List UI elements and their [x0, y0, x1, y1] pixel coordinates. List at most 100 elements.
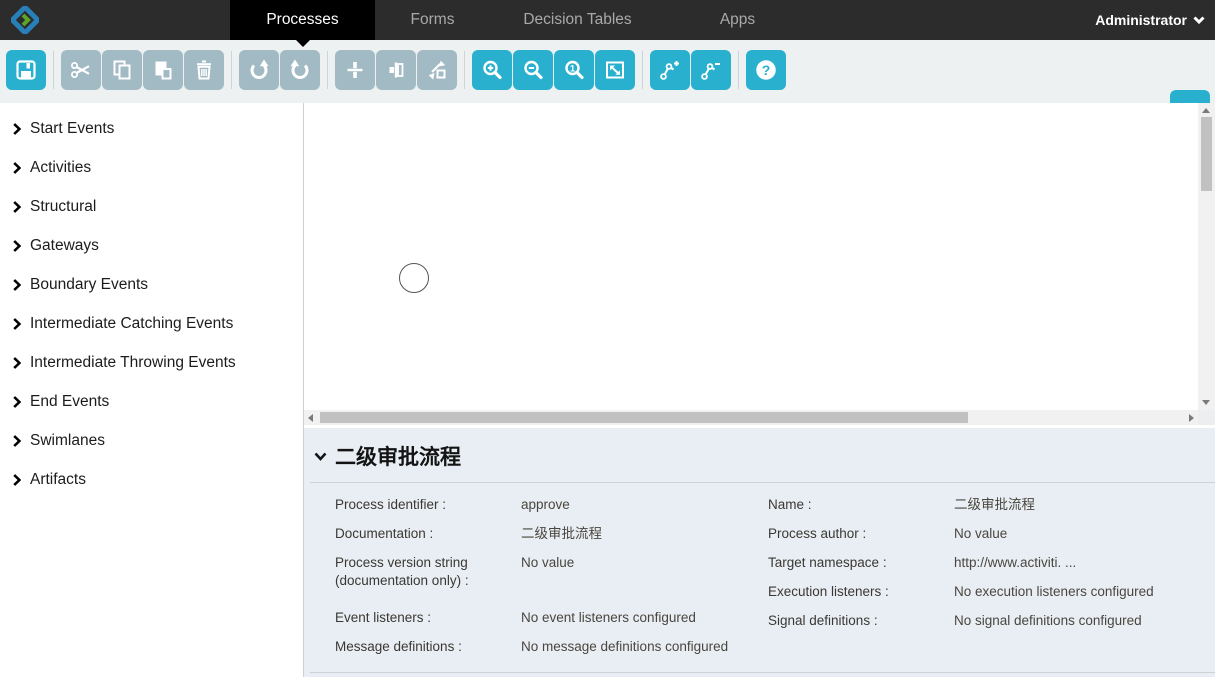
property-row: Target namespace : http://www.activiti. …: [768, 554, 1201, 572]
property-row: Event listeners : No event listeners con…: [335, 609, 768, 627]
chevron-right-icon: [13, 279, 21, 291]
property-value[interactable]: 二级审批流程: [521, 525, 768, 543]
property-value[interactable]: No message definitions configured: [521, 638, 768, 656]
property-value[interactable]: http://www.activiti. ...: [954, 554, 1201, 572]
activiti-logo: [11, 6, 39, 34]
toolbar-separator: [642, 51, 643, 89]
floppy-icon: [14, 58, 38, 82]
undo-icon: [288, 58, 312, 82]
palette-section-intermediate-throwing-events[interactable]: Intermediate Throwing Events: [0, 343, 303, 382]
copy-icon: [110, 58, 134, 82]
palette-section-artifacts[interactable]: Artifacts: [0, 460, 303, 499]
property-value[interactable]: approve: [521, 496, 768, 514]
scroll-up-arrow[interactable]: [1202, 108, 1210, 113]
redo-icon: [247, 58, 271, 82]
chevron-right-icon: [13, 123, 21, 135]
same-size-icon: [425, 58, 449, 82]
palette-section-label: End Events: [30, 393, 109, 411]
user-menu[interactable]: Administrator: [1095, 0, 1205, 40]
zoom-out-button[interactable]: [513, 50, 553, 90]
vertical-scrollbar[interactable]: [1198, 103, 1215, 410]
shape-palette: Start Events Activities Structural Gatew…: [0, 103, 304, 677]
zoom-fit-icon: [603, 58, 627, 82]
app-header: Processes Forms Decision Tables Apps Adm…: [0, 0, 1215, 40]
properties-grid: Process identifier : approve Documentati…: [304, 483, 1215, 667]
start-event-shape[interactable]: [399, 263, 429, 293]
divider: [310, 672, 1215, 673]
property-label: Documentation :: [335, 525, 521, 543]
palette-section-swimlanes[interactable]: Swimlanes: [0, 421, 303, 460]
property-value[interactable]: No value: [954, 525, 1201, 543]
align-horizontal-button[interactable]: [376, 50, 416, 90]
zoom-in-button[interactable]: [472, 50, 512, 90]
palette-section-label: Intermediate Catching Events: [30, 315, 233, 333]
delete-button[interactable]: [184, 50, 224, 90]
paste-button[interactable]: [143, 50, 183, 90]
chevron-right-icon: [13, 318, 21, 330]
property-value[interactable]: No execution listeners configured: [954, 583, 1201, 601]
help-icon: ?: [753, 57, 779, 83]
tab-forms[interactable]: Forms: [375, 0, 490, 40]
properties-right-column: Name : 二级审批流程 Process author : No value …: [768, 496, 1201, 667]
properties-panel: 二级审批流程 Process identifier : approve Docu…: [304, 428, 1215, 677]
vertical-scroll-thumb[interactable]: [1201, 117, 1212, 191]
properties-left-column: Process identifier : approve Documentati…: [335, 496, 768, 667]
undo-button[interactable]: [280, 50, 320, 90]
align-vertical-button[interactable]: [335, 50, 375, 90]
svg-text:1: 1: [570, 63, 576, 74]
property-label: Name :: [768, 496, 954, 514]
property-value[interactable]: No value: [521, 554, 768, 590]
zoom-fit-button[interactable]: [595, 50, 635, 90]
toolbar-separator: [231, 51, 232, 89]
zoom-in-icon: [480, 58, 504, 82]
scissors-icon: [69, 58, 93, 82]
property-value[interactable]: No event listeners configured: [521, 609, 768, 627]
palette-section-label: Structural: [30, 198, 96, 216]
property-label: Process version string (documentation on…: [335, 554, 521, 590]
palette-section-end-events[interactable]: End Events: [0, 382, 303, 421]
scroll-left-arrow[interactable]: [308, 414, 313, 422]
property-row: Signal definitions : No signal definitio…: [768, 612, 1201, 630]
properties-panel-header[interactable]: 二级审批流程: [304, 428, 1215, 482]
tab-apps[interactable]: Apps: [665, 0, 810, 40]
help-button[interactable]: ?: [746, 50, 786, 90]
diagram-canvas[interactable]: [304, 103, 1215, 410]
property-label: Process identifier :: [335, 496, 521, 514]
copy-button[interactable]: [102, 50, 142, 90]
scroll-right-arrow[interactable]: [1189, 414, 1194, 422]
redo-button[interactable]: [239, 50, 279, 90]
toolbar-separator: [327, 51, 328, 89]
property-row: Process author : No value: [768, 525, 1201, 543]
add-bendpoint-icon: [658, 58, 682, 82]
svg-text:?: ?: [762, 62, 771, 78]
chevron-right-icon: [13, 162, 21, 174]
property-value[interactable]: 二级审批流程: [954, 496, 1201, 514]
zoom-actual-icon: 1: [562, 58, 586, 82]
same-size-button[interactable]: [417, 50, 457, 90]
property-row: Message definitions : No message definit…: [335, 638, 768, 656]
palette-section-label: Intermediate Throwing Events: [30, 354, 236, 372]
remove-bendpoint-button[interactable]: [691, 50, 731, 90]
palette-section-label: Gateways: [30, 237, 99, 255]
zoom-actual-button[interactable]: 1: [554, 50, 594, 90]
scroll-down-arrow[interactable]: [1202, 400, 1210, 405]
palette-section-start-events[interactable]: Start Events: [0, 109, 303, 148]
horizontal-scrollbar[interactable]: [304, 410, 1198, 425]
chevron-right-icon: [13, 357, 21, 369]
add-bendpoint-button[interactable]: [650, 50, 690, 90]
tab-processes[interactable]: Processes: [230, 0, 375, 40]
palette-section-gateways[interactable]: Gateways: [0, 226, 303, 265]
property-value[interactable]: No signal definitions configured: [954, 612, 1201, 630]
palette-section-intermediate-catching-events[interactable]: Intermediate Catching Events: [0, 304, 303, 343]
zoom-out-icon: [521, 58, 545, 82]
align-vertical-icon: [343, 58, 367, 82]
palette-section-structural[interactable]: Structural: [0, 187, 303, 226]
horizontal-scroll-thumb[interactable]: [320, 412, 968, 423]
palette-section-label: Start Events: [30, 120, 114, 138]
save-button[interactable]: [6, 50, 46, 90]
tab-decision-tables[interactable]: Decision Tables: [490, 0, 665, 40]
process-title: 二级审批流程: [335, 441, 461, 471]
cut-button[interactable]: [61, 50, 101, 90]
palette-section-boundary-events[interactable]: Boundary Events: [0, 265, 303, 304]
palette-section-activities[interactable]: Activities: [0, 148, 303, 187]
